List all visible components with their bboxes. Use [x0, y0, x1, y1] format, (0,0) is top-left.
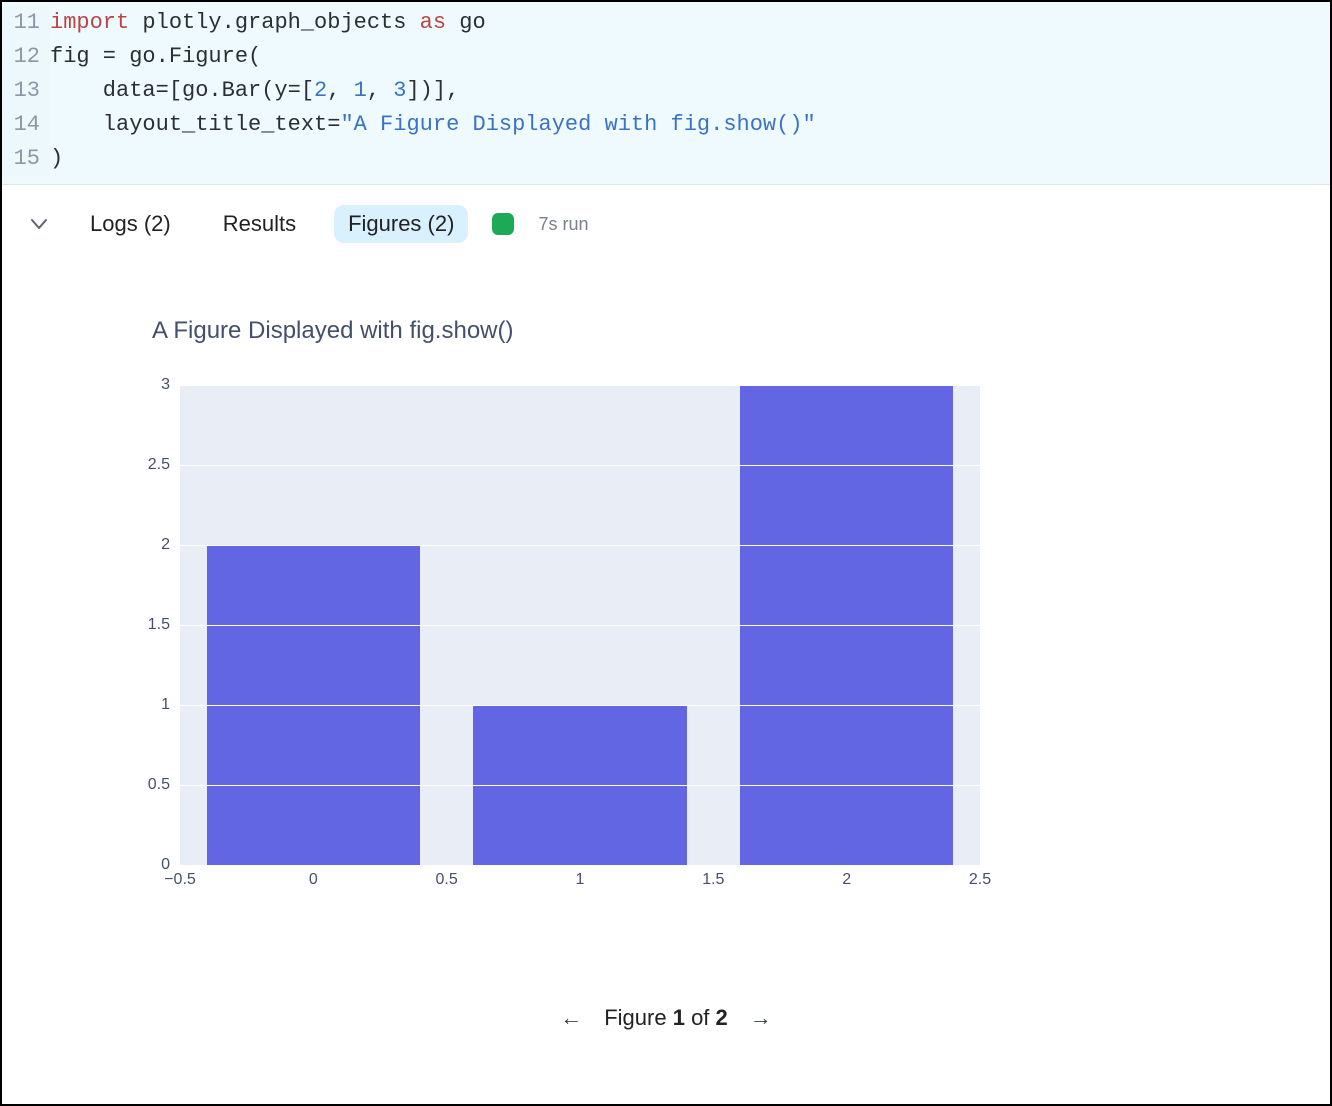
y-tick-label: 3: [161, 376, 170, 394]
x-tick-label: 2.5: [969, 871, 991, 889]
line-number: 13: [2, 74, 50, 108]
line-number: 15: [2, 142, 50, 176]
x-axis-labels: −0.500.511.522.5: [180, 865, 980, 895]
code-text[interactable]: fig = go.Figure(: [50, 40, 261, 74]
tab-logs[interactable]: Logs (2): [76, 205, 185, 243]
plot-frame: 00.511.522.53: [122, 385, 1210, 865]
y-tick-label: 1.5: [148, 616, 170, 634]
plot-area[interactable]: [180, 385, 980, 865]
y-axis-labels: 00.511.522.53: [122, 385, 180, 865]
code-text[interactable]: layout_title_text="A Figure Displayed wi…: [50, 108, 816, 142]
gridline: [180, 385, 980, 386]
gridline: [180, 625, 980, 626]
x-tick-label: 0: [309, 871, 318, 889]
line-number: 12: [2, 40, 50, 74]
pager-total: 2: [716, 1005, 728, 1030]
code-text[interactable]: import plotly.graph_objects as go: [50, 6, 486, 40]
x-tick-label: −0.5: [164, 871, 196, 889]
figure-pager: ← Figure 1 of 2 →: [122, 1005, 1210, 1031]
x-tick-label: 1.5: [702, 871, 724, 889]
y-tick-label: 2.5: [148, 456, 170, 474]
pager-next-arrow-icon[interactable]: →: [750, 1005, 772, 1031]
code-text[interactable]: ): [50, 142, 63, 176]
code-block: 11import plotly.graph_objects as go12fig…: [2, 2, 1330, 185]
x-tick-label: 1: [576, 871, 585, 889]
x-tick-label: 0.5: [436, 871, 458, 889]
code-text[interactable]: data=[go.Bar(y=[2, 1, 3])],: [50, 74, 459, 108]
y-tick-label: 2: [161, 536, 170, 554]
pager-label: Figure 1 of 2: [604, 1005, 728, 1031]
run-time-label: 7s run: [538, 214, 588, 235]
output-tabs-row: Logs (2) Results Figures (2) 7s run: [2, 185, 1330, 263]
line-number: 14: [2, 108, 50, 142]
pager-prev-arrow-icon[interactable]: ←: [560, 1005, 582, 1031]
pager-of: of: [685, 1005, 716, 1030]
x-tick-label: 2: [842, 871, 851, 889]
gridline: [180, 545, 980, 546]
pager-prefix: Figure: [604, 1005, 672, 1030]
code-line: 14 layout_title_text="A Figure Displayed…: [2, 108, 1330, 142]
tab-results[interactable]: Results: [209, 205, 310, 243]
line-number: 11: [2, 6, 50, 40]
code-line: 12fig = go.Figure(: [2, 40, 1330, 74]
gridline: [180, 465, 980, 466]
pager-current: 1: [673, 1005, 685, 1030]
code-line: 11import plotly.graph_objects as go: [2, 6, 1330, 40]
y-tick-label: 0.5: [148, 776, 170, 794]
code-line: 13 data=[go.Bar(y=[2, 1, 3])],: [2, 74, 1330, 108]
gridline: [180, 705, 980, 706]
collapse-chevron-icon[interactable]: [26, 211, 52, 237]
code-line: 15): [2, 142, 1330, 176]
chart-title: A Figure Displayed with fig.show(): [152, 317, 1210, 345]
tab-figures[interactable]: Figures (2): [334, 205, 468, 243]
gridline: [180, 785, 980, 786]
figure-panel: A Figure Displayed with fig.show() 0 0.5 1…: [2, 263, 1330, 1031]
run-status-indicator: [492, 213, 514, 235]
y-tick-label: 1: [161, 696, 170, 714]
